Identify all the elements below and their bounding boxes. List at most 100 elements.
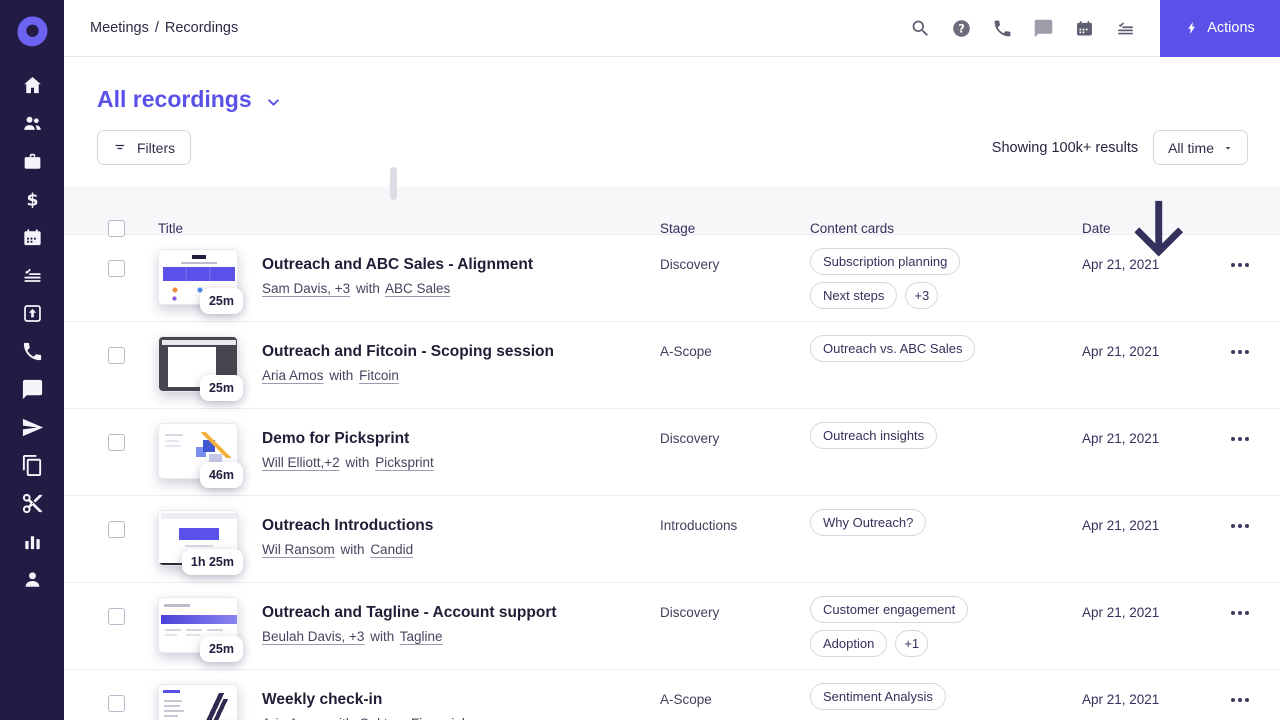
row-menu-button[interactable] [1231, 611, 1249, 615]
search-icon[interactable] [910, 18, 931, 39]
sidebar-item-scissors-icon[interactable] [21, 492, 44, 515]
account-link[interactable]: Fitcoin [359, 368, 399, 383]
column-header-title[interactable]: Title [158, 221, 262, 236]
breadcrumb: Meetings / Recordings [90, 20, 238, 36]
sidebar-item-person-icon[interactable] [21, 568, 44, 591]
content-cards: Customer engagement Adoption +1 [810, 583, 1082, 657]
breadcrumb-section[interactable]: Meetings [90, 20, 149, 36]
column-header-stage[interactable]: Stage [660, 221, 810, 236]
participants-link[interactable]: Will Elliott,+2 [262, 455, 340, 470]
account-link[interactable]: Candid [370, 542, 413, 557]
chat-icon[interactable] [1033, 18, 1054, 39]
row-checkbox[interactable] [108, 260, 125, 277]
row-menu-button[interactable] [1231, 524, 1249, 528]
table-row[interactable]: 25m Outreach and ABC Sales - Alignment S… [64, 235, 1280, 322]
participants-connector: with [329, 368, 354, 383]
time-filter-dropdown[interactable]: All time [1153, 130, 1248, 165]
scrollbar-thumb[interactable] [390, 167, 397, 200]
filters-button[interactable]: Filters [97, 130, 192, 165]
column-header-content-cards[interactable]: Content cards [810, 221, 1082, 236]
participants-link[interactable]: Aria Amos [262, 368, 324, 383]
date-label: Apr 21, 2021 [1082, 431, 1160, 446]
recording-title[interactable]: Demo for Picksprint [262, 430, 640, 448]
table-row[interactable]: 25m Outreach and Tagline - Account suppo… [64, 583, 1280, 670]
row-menu-button[interactable] [1231, 263, 1249, 267]
recordings-view-selector[interactable]: All recordings [97, 86, 281, 113]
content-card-pill[interactable]: Next steps [810, 282, 898, 309]
breadcrumb-separator: / [154, 20, 159, 36]
sidebar-item-briefcase-icon[interactable] [21, 150, 44, 173]
sidebar-item-bar-chart-icon[interactable] [21, 530, 44, 553]
agenda-thumbnail[interactable]: 25m [158, 684, 238, 720]
row-checkbox[interactable] [108, 521, 125, 538]
table-header-row: Title Stage Content cards Date [64, 187, 1280, 257]
tasks-icon[interactable] [1115, 18, 1136, 39]
more-cards-badge[interactable]: +1 [895, 630, 929, 657]
browser-thumbnail[interactable]: 1h 25m [158, 510, 243, 575]
laptop-thumbnail[interactable]: 25m [158, 336, 243, 401]
schedule-thumbnail[interactable]: 25m [158, 597, 243, 662]
help-icon[interactable]: ? [951, 18, 972, 39]
topbar-icons: ? [910, 18, 1136, 39]
calendar-icon[interactable] [1074, 18, 1095, 39]
row-menu-button[interactable] [1231, 350, 1249, 354]
sidebar-item-home-icon[interactable] [21, 74, 44, 97]
row-checkbox[interactable] [108, 347, 125, 364]
content-card-pill[interactable]: Adoption [810, 630, 888, 657]
recording-title[interactable]: Weekly check-in [262, 691, 640, 709]
outreach-logo-icon[interactable] [14, 13, 51, 50]
sidebar-item-outbox-icon[interactable] [21, 302, 44, 325]
sidebar-item-tasks-icon[interactable] [21, 264, 44, 287]
more-cards-badge[interactable]: +3 [905, 282, 939, 309]
account-link[interactable]: ABC Sales [385, 281, 450, 296]
account-link[interactable]: Picksprint [375, 455, 434, 470]
participants-link[interactable]: Aria Amos [262, 716, 324, 720]
sidebar-item-dollar-icon[interactable]: $ [21, 188, 44, 211]
svg-text:$: $ [26, 190, 38, 210]
chevron-down-icon [266, 95, 281, 110]
date-label: Apr 21, 2021 [1082, 257, 1160, 272]
table-row[interactable]: 25m Outreach and Fitcoin - Scoping sessi… [64, 322, 1280, 409]
topbar: Meetings / Recordings ? Actions [64, 0, 1280, 57]
participants-link[interactable]: Beulah Davis, +3 [262, 629, 364, 644]
recording-title[interactable]: Outreach Introductions [262, 517, 640, 535]
table-row[interactable]: 1h 25m Outreach Introductions Wil Ransom… [64, 496, 1280, 583]
table-row[interactable]: 46m Demo for Picksprint Will Elliott,+2 … [64, 409, 1280, 496]
sidebar-item-send-icon[interactable] [21, 416, 44, 439]
content-card-pill[interactable]: Outreach vs. ABC Sales [810, 335, 976, 362]
sidebar-item-phone-icon[interactable] [21, 340, 44, 363]
sidebar-item-people-icon[interactable] [21, 112, 44, 135]
account-link[interactable]: Tagline [400, 629, 443, 644]
row-checkbox[interactable] [108, 434, 125, 451]
sidebar-nav: $ [21, 74, 44, 591]
recording-title[interactable]: Outreach and Tagline - Account support [262, 604, 640, 622]
phone-icon[interactable] [992, 18, 1013, 39]
account-link[interactable]: Oaktree Financial [359, 716, 465, 720]
content-area: All recordings Filters Showing 100k+ res… [64, 57, 1280, 720]
recording-title[interactable]: Outreach and ABC Sales - Alignment [262, 256, 640, 274]
row-menu-button[interactable] [1231, 698, 1249, 702]
content-card-pill[interactable]: Why Outreach? [810, 509, 927, 536]
sidebar-item-chat-icon[interactable] [21, 378, 44, 401]
table-row[interactable]: 25m Weekly check-in Aria Amos with Oaktr… [64, 670, 1280, 720]
breadcrumb-page: Recordings [164, 20, 239, 36]
sidebar-item-calendar-icon[interactable] [21, 226, 44, 249]
actions-button[interactable]: Actions [1160, 0, 1280, 57]
recording-title[interactable]: Outreach and Fitcoin - Scoping session [262, 343, 640, 361]
results-count-text: Showing 100k+ results [991, 139, 1139, 156]
slides-thumbnail[interactable]: 25m [158, 249, 243, 314]
table-body: 25m Outreach and ABC Sales - Alignment S… [64, 235, 1280, 720]
row-menu-button[interactable] [1231, 437, 1249, 441]
participants-link[interactable]: Wil Ransom [262, 542, 335, 557]
date-label: Apr 21, 2021 [1082, 692, 1160, 707]
row-checkbox[interactable] [108, 608, 125, 625]
content-card-pill[interactable]: Customer engagement [810, 596, 969, 623]
duration-badge: 25m [199, 375, 243, 401]
row-checkbox[interactable] [108, 695, 125, 712]
sidebar-item-copy-icon[interactable] [21, 454, 44, 477]
content-card-pill[interactable]: Subscription planning [810, 248, 961, 275]
content-card-pill[interactable]: Outreach insights [810, 422, 938, 449]
content-card-pill[interactable]: Sentiment Analysis [810, 683, 946, 710]
participants-link[interactable]: Sam Davis, +3 [262, 281, 350, 296]
chart3d-thumbnail[interactable]: 46m [158, 423, 243, 488]
